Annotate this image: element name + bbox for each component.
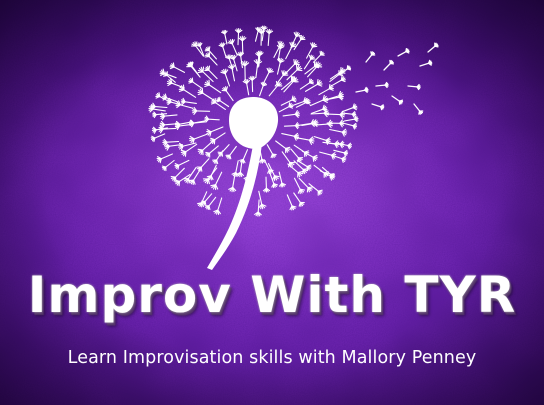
page-title: Improv With TYR	[27, 266, 517, 324]
poster-canvas: Improv With TYR Learn Improvisation skil…	[0, 0, 544, 405]
page-subtitle: Learn Improvisation skills with Mallory …	[67, 348, 477, 368]
dandelion-icon	[148, 25, 439, 270]
dandelion-stem	[207, 144, 262, 270]
dandelion-center	[229, 97, 279, 149]
